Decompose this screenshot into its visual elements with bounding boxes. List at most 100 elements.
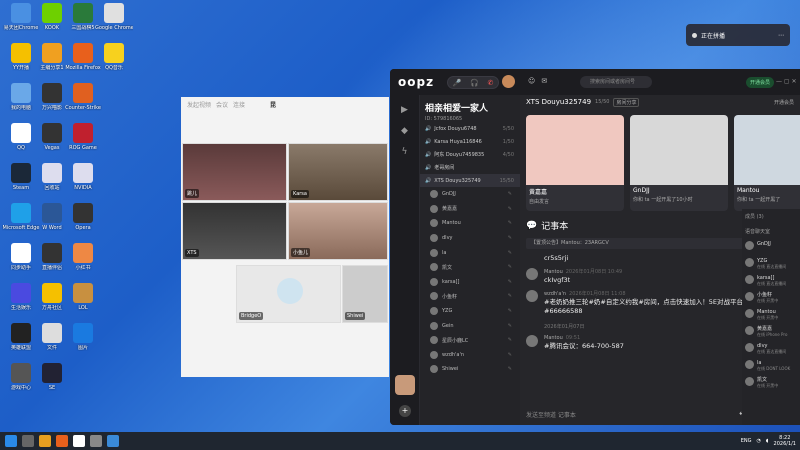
member-cards: 黄嘉嘉 自由发言 GnDJJ 你和 ta 一起开黑了10小时 Mantou 你和 ta 一… — [526, 115, 800, 211]
member-card[interactable]: 黄嘉嘉 自由发言 — [526, 115, 624, 211]
lang-indicator[interactable]: ENG — [741, 438, 752, 444]
member-status: 在线 DONT LOOK — [757, 366, 791, 371]
desktop-icon-7[interactable]: QQ音乐 — [95, 43, 133, 71]
mic-icon[interactable]: 🎤 — [452, 79, 461, 87]
oopz-icon[interactable] — [73, 435, 85, 447]
room-vip-link[interactable]: 开通会员 — [774, 99, 794, 106]
start-icon[interactable] — [5, 435, 17, 447]
voice-member[interactable]: 黄嘉嘉 ✎ — [420, 202, 520, 217]
hangup-icon[interactable]: ✆ — [488, 79, 494, 87]
app-icon — [42, 283, 62, 303]
chat-app-window[interactable]: oopz 🎤 🎧 ✆ ☺ ✉ 搜索房间或者房间号 开通会员 — ▢ ✕ ▶ ◆ … — [390, 69, 800, 425]
channel-name: 阿东 Douyu7459835 — [434, 152, 485, 158]
desktop-icon-19[interactable]: Opera — [64, 203, 102, 231]
card-status: 自由发言 — [529, 199, 550, 205]
taskbar: ENG ◔ ◖ 8:22 2026/1/1 — [0, 432, 800, 450]
room-share-button[interactable]: 房间分享 — [613, 97, 640, 107]
video-tab-1[interactable]: 会议 — [216, 100, 228, 109]
search-icon[interactable] — [22, 435, 34, 447]
app-icon[interactable] — [90, 435, 102, 447]
voice-member[interactable]: Shiwei ✎ — [420, 362, 520, 377]
mascot-avatar-icon — [277, 278, 303, 304]
video-tile-5[interactable]: Shiwei — [342, 265, 388, 323]
desktop-icon-22[interactable]: 小红书 — [64, 243, 102, 271]
notification-toast[interactable]: 正在拼播 ⋯ — [686, 24, 790, 46]
mic-icon: ✎ — [507, 205, 512, 212]
channel-item[interactable]: 🔊 老哥房间 — [420, 161, 520, 174]
member-list-item[interactable]: 黄嘉嘉 在线 iPhone Pro — [742, 324, 800, 341]
desktop-icon-10[interactable]: Counter-Strike — [64, 83, 102, 111]
voice-member[interactable]: YZG ✎ — [420, 304, 520, 319]
member-status: 在线 开黑中 — [757, 383, 779, 388]
desktop-icon-13[interactable]: ROG Game — [64, 123, 102, 151]
voice-member[interactable]: la ✎ — [420, 245, 520, 260]
message-time: 2026年01月08日 10:49 — [565, 269, 623, 275]
play-icon[interactable]: ▶ — [399, 104, 411, 116]
bolt-icon[interactable]: ϟ — [399, 146, 411, 158]
app-icon — [73, 243, 93, 263]
member-list-item[interactable]: 小鱼籽 在线 开黑中 — [742, 290, 800, 307]
volume-icon[interactable]: ◖ — [766, 438, 769, 444]
desktop-icon-30[interactable]: SE — [33, 363, 71, 391]
room-name: XTS Douyu325749 — [526, 98, 592, 106]
voice-member[interactable]: 小鱼籽 ✎ — [420, 289, 520, 304]
search-input[interactable]: 搜索房间或者房间号 — [580, 76, 652, 88]
participant-name: Karsa — [291, 190, 309, 198]
voice-member[interactable]: dlvy ✎ — [420, 231, 520, 246]
voice-member[interactable]: karsa[] ✎ — [420, 275, 520, 290]
messages-icon[interactable]: ✉ — [541, 77, 547, 85]
desktop-icon-25[interactable]: LOL — [64, 283, 102, 311]
member-card[interactable]: GnDJJ 你和 ta 一起开黑了10小时 — [630, 115, 728, 211]
member-list-item[interactable]: 凯文 在线 开黑中 — [742, 375, 800, 392]
channel-item[interactable]: 🔊 阿东 Douyu7459835 4/50 — [420, 148, 520, 161]
member-list-item[interactable]: la 在线 DONT LOOK — [742, 358, 800, 375]
voice-member[interactable]: Mantou ✎ — [420, 216, 520, 231]
member-list-item[interactable]: Mantou 在线 开黑中 — [742, 307, 800, 324]
voice-member[interactable]: GnDJJ ✎ — [420, 187, 520, 202]
member-list-item[interactable]: karsa[] 在线 直达直播间 — [742, 273, 800, 290]
user-avatar[interactable] — [502, 75, 515, 88]
voice-controls[interactable]: 🎤 🎧 ✆ — [447, 76, 499, 89]
video-tile-4[interactable]: BridgeO — [236, 265, 341, 323]
app-icon — [73, 3, 93, 23]
channel-item[interactable]: 🔊 XTS Douyu325749 15/50 — [420, 174, 520, 187]
video-tab-0[interactable]: 发起视频 — [187, 100, 211, 109]
channel-item[interactable]: 🔊 Karsa Huya116846 1/50 — [420, 135, 520, 148]
vip-button[interactable]: 开通会员 — [746, 77, 775, 88]
member-count: 成员 (3) — [745, 214, 764, 220]
mic-icon: ✎ — [507, 191, 512, 198]
desktop-icon-16[interactable]: NVIDIA — [64, 163, 102, 191]
video-feed — [630, 115, 728, 185]
meeting-icon[interactable] — [107, 435, 119, 447]
window-controls[interactable]: — ▢ ✕ — [776, 78, 797, 85]
video-tab-2[interactable]: 连接 — [233, 100, 245, 109]
member-list-item[interactable]: GnDJJ — [742, 239, 800, 256]
member-card[interactable]: Mantou 你和 ta 一起开黑了 — [734, 115, 800, 211]
member-list-item[interactable]: YZG 在线 直达直播间 — [742, 256, 800, 273]
video-call-window[interactable]: 发起视频 会议 连接 昆 跳儿 Karsa XTS 小鱼儿 BridgeO Sh… — [181, 97, 389, 377]
voice-member[interactable]: Gein ✎ — [420, 318, 520, 333]
desktop-icon-3[interactable]: Google Chrome — [95, 3, 133, 31]
video-tile-0[interactable]: 跳儿 — [182, 143, 287, 201]
friends-icon[interactable]: ☺ — [528, 77, 535, 85]
explorer-icon[interactable] — [39, 435, 51, 447]
headset-icon[interactable]: 🎧 — [470, 79, 479, 87]
video-tile-1[interactable]: Karsa — [288, 143, 388, 201]
channel-item[interactable]: 🔊 Jcfox Douyu6748 5/50 — [420, 122, 520, 135]
desktop-icon-28[interactable]: 图片 — [64, 323, 102, 351]
voice-member[interactable]: wzdh'a'n ✎ — [420, 348, 520, 363]
clock[interactable]: 8:22 2026/1/1 — [774, 435, 796, 447]
add-server-button[interactable]: + — [399, 405, 411, 417]
video-tile-2[interactable]: XTS — [182, 202, 287, 260]
firefox-icon[interactable] — [56, 435, 68, 447]
voice-member[interactable]: 星辰小鹿LC ✎ — [420, 333, 520, 348]
member-list-item[interactable]: dlvy 在线 直达直播间 — [742, 341, 800, 358]
voice-member[interactable]: 凯文 ✎ — [420, 260, 520, 275]
mic-icon: ✎ — [507, 308, 512, 315]
rail-user-avatar[interactable] — [395, 375, 415, 395]
video-tile-3[interactable]: 小鱼儿 — [288, 202, 388, 260]
app-icon — [104, 3, 124, 23]
more-icon[interactable]: ⋯ — [778, 32, 784, 39]
shield-icon[interactable]: ◆ — [399, 125, 411, 137]
wifi-icon[interactable]: ◔ — [757, 438, 761, 444]
